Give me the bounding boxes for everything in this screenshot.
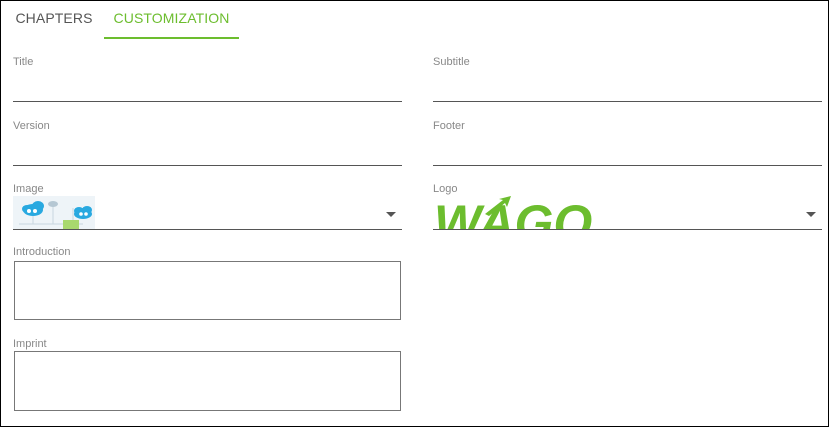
footer-field[interactable] <box>433 144 822 166</box>
logo-select[interactable]: WAGO <box>433 196 822 230</box>
image-thumbnail <box>13 196 95 229</box>
introduction-label: Introduction <box>13 246 71 258</box>
logo-label: Logo <box>433 183 458 195</box>
customization-panel: CHAPTERS CUSTOMIZATION Title Subtitle Ve… <box>0 0 829 427</box>
tab-chapters[interactable]: CHAPTERS <box>5 1 103 39</box>
wago-logo: WAGO <box>434 196 592 230</box>
subtitle-field[interactable] <box>433 80 822 102</box>
version-label: Version <box>13 120 50 132</box>
image-select[interactable] <box>13 196 402 230</box>
imprint-textarea[interactable] <box>14 351 401 411</box>
subtitle-label: Subtitle <box>433 56 470 68</box>
imprint-label: Imprint <box>13 338 47 350</box>
introduction-textarea[interactable] <box>14 261 401 320</box>
footer-label: Footer <box>433 120 465 132</box>
image-label: Image <box>13 183 44 195</box>
title-label: Title <box>13 56 34 68</box>
tab-customization[interactable]: CUSTOMIZATION <box>104 1 239 39</box>
title-field[interactable] <box>13 80 402 102</box>
version-field[interactable] <box>13 144 402 166</box>
tab-bar: CHAPTERS CUSTOMIZATION <box>1 1 828 39</box>
chevron-down-icon <box>806 212 816 217</box>
svg-text:WAGO: WAGO <box>434 196 592 230</box>
chevron-down-icon <box>386 212 396 217</box>
